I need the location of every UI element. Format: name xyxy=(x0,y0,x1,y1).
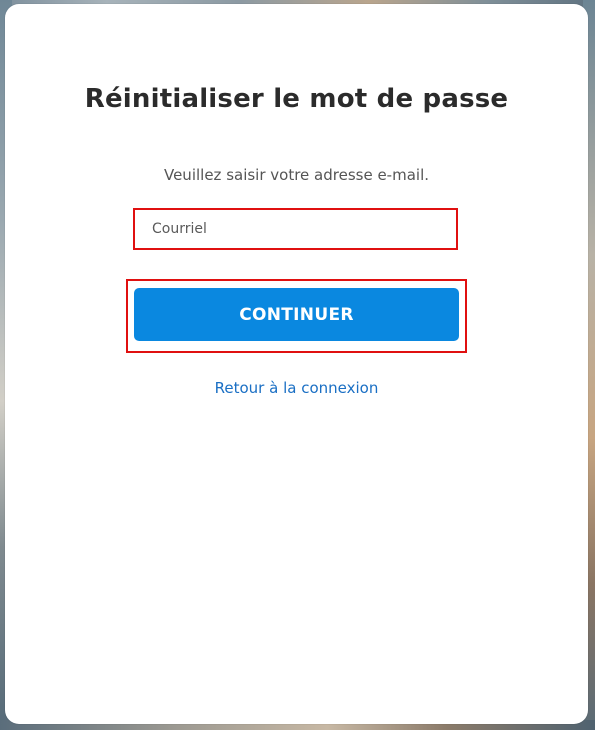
reset-password-card: Réinitialiser le mot de passe Veuillez s… xyxy=(5,4,588,724)
continue-button-highlight: CONTINUER xyxy=(126,279,467,353)
page-title: Réinitialiser le mot de passe xyxy=(84,84,509,114)
continue-button[interactable]: CONTINUER xyxy=(134,288,459,341)
back-to-login-link[interactable]: Retour à la connexion xyxy=(5,379,588,397)
instruction-text: Veuillez saisir votre adresse e-mail. xyxy=(163,166,430,184)
email-field-highlight xyxy=(133,208,458,250)
email-field[interactable] xyxy=(138,213,453,245)
